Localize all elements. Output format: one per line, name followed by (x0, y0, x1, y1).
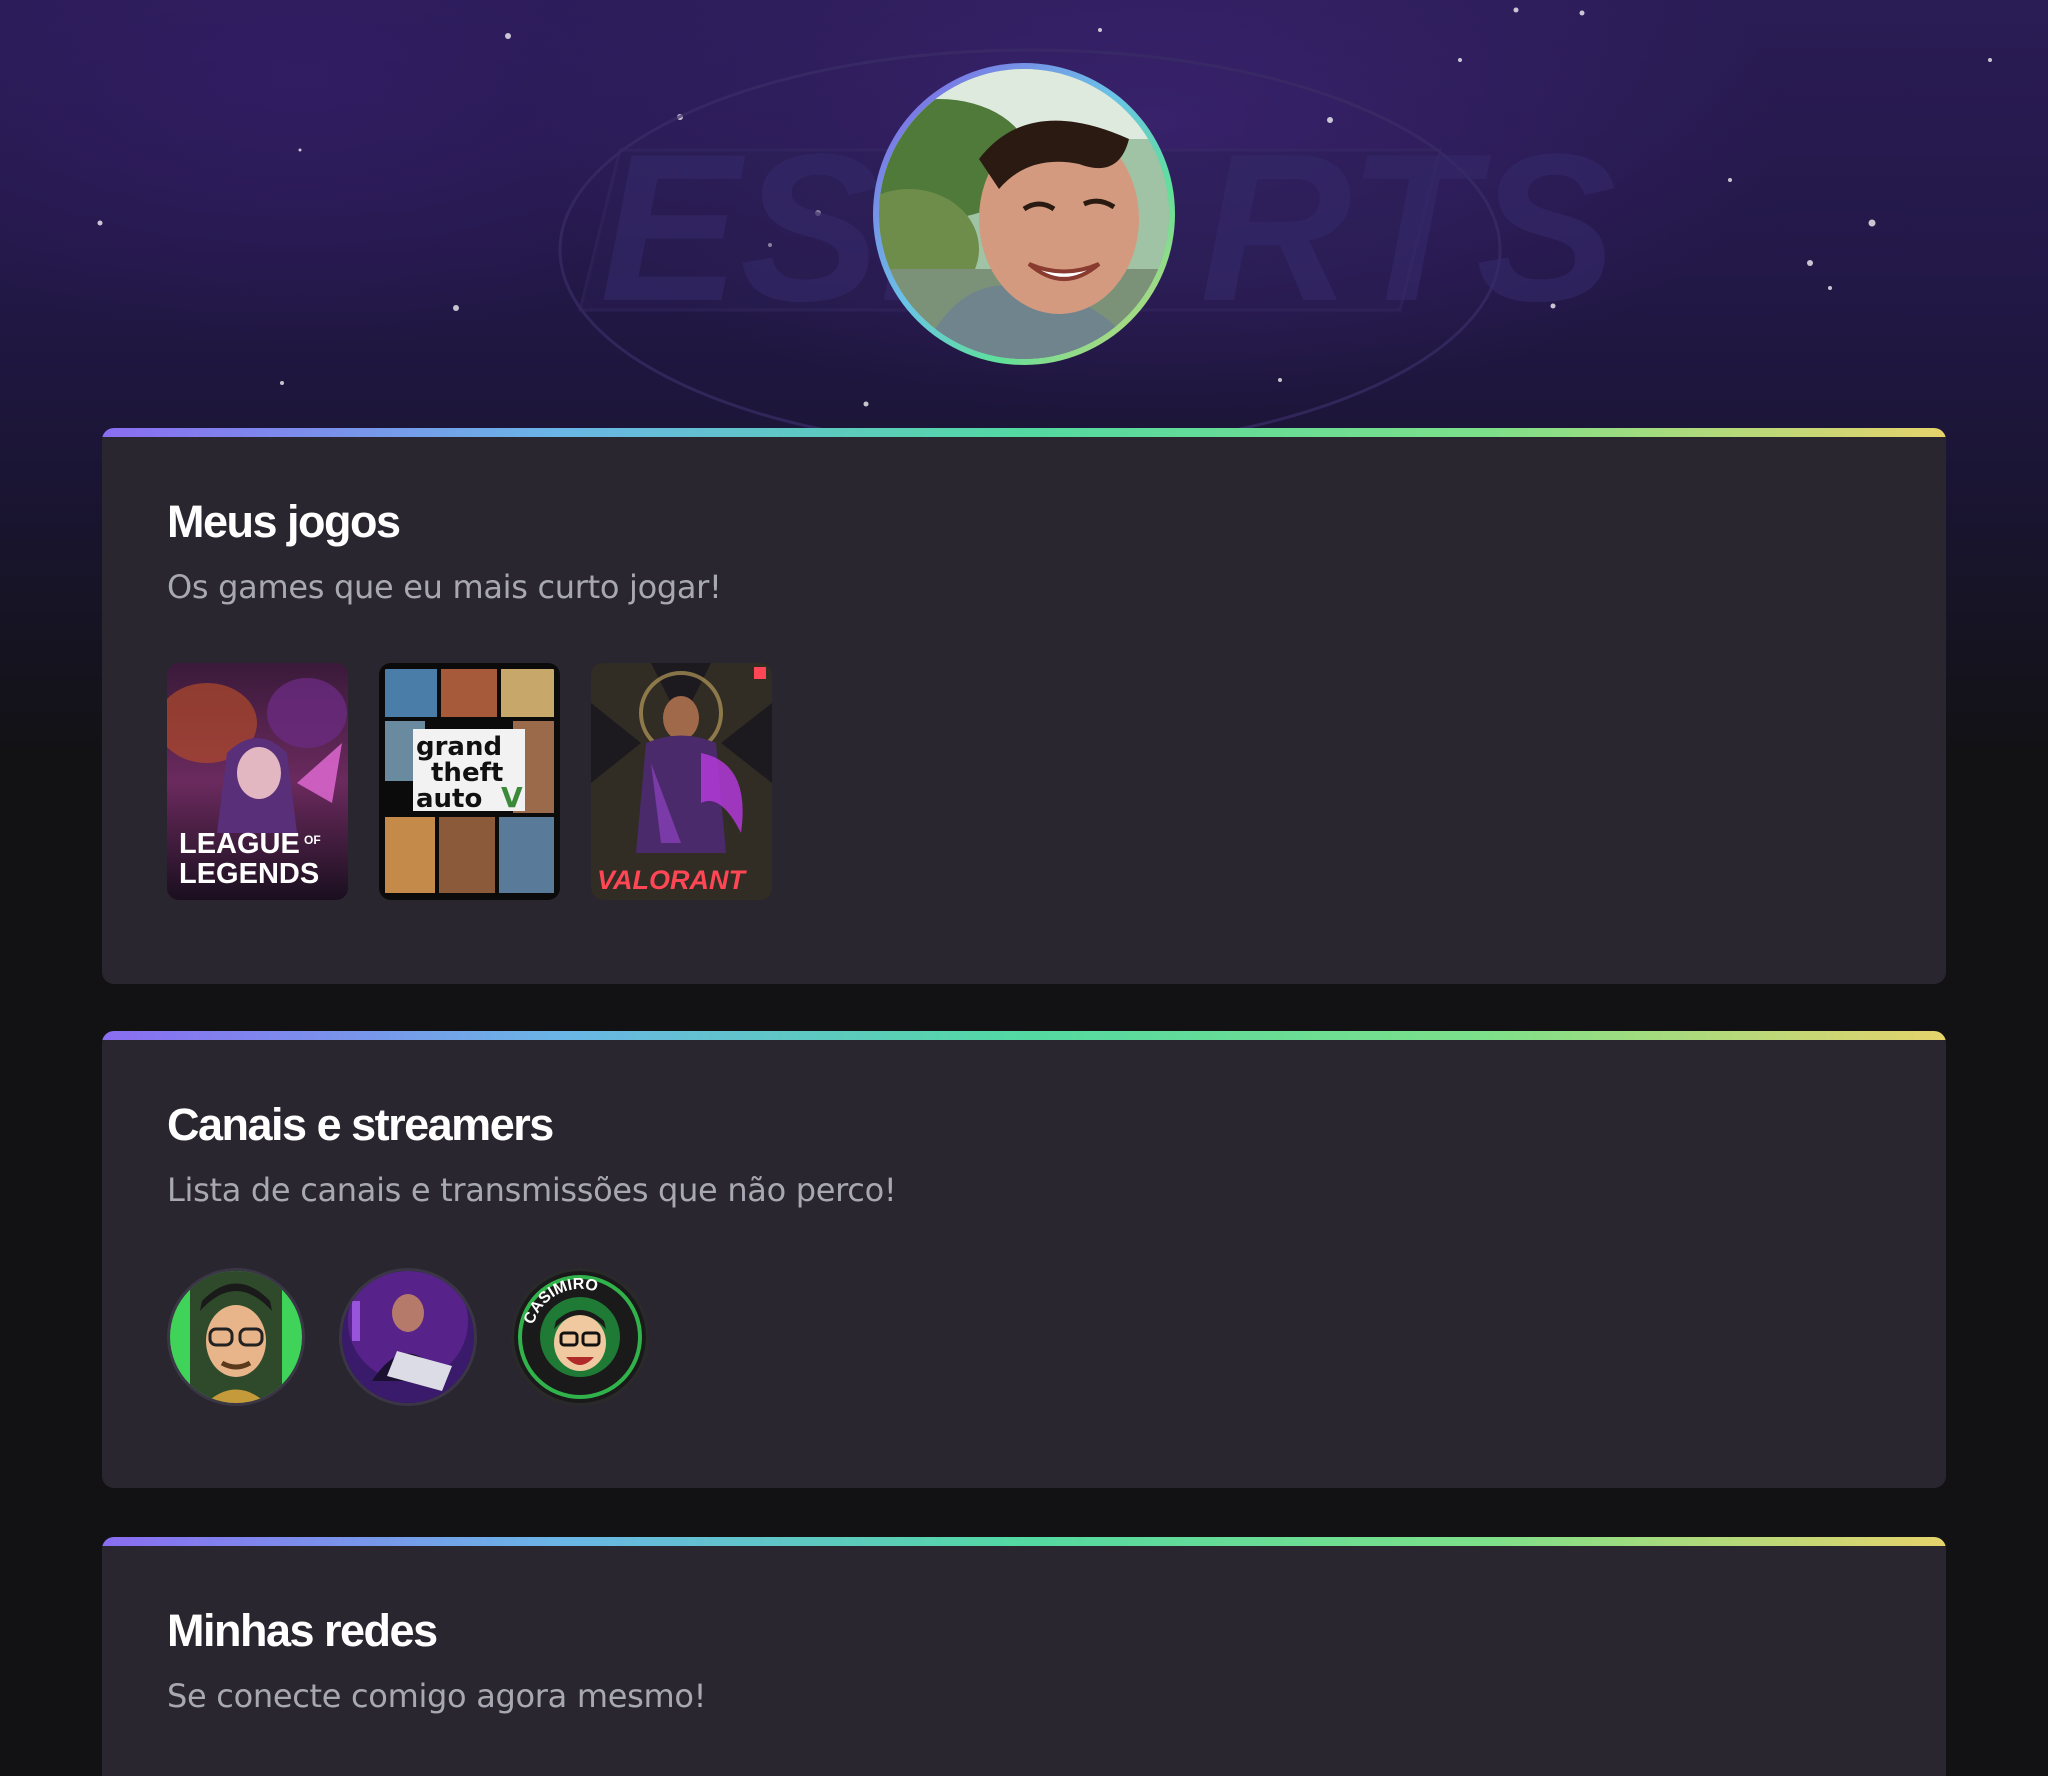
game-card-valorant[interactable]: VALORANT (591, 663, 772, 900)
casimiro-avatar-icon: CASIMIRO (514, 1271, 646, 1403)
socials-subtitle: Se conecte comigo agora mesmo! (167, 1677, 707, 1715)
socials-title: Minhas redes (167, 1605, 438, 1656)
streamers-subtitle: Lista de canais e transmissões que não p… (167, 1171, 897, 1209)
league-of-legends-cover-icon: LEAGUE OF LEGENDS (167, 663, 348, 900)
svg-text:LEAGUE: LEAGUE (179, 828, 300, 860)
profile-avatar[interactable] (873, 63, 1175, 365)
streamers-title: Canais e streamers (167, 1099, 554, 1150)
svg-text:RTS: RTS (1200, 110, 1616, 345)
svg-text:VALORANT: VALORANT (597, 865, 747, 895)
socials-card: Minhas redes Se conecte comigo agora mes… (102, 1537, 1946, 1776)
streamer-avatar-casimiro[interactable]: CASIMIRO (511, 1268, 649, 1406)
game-card-gta-v[interactable]: grand theft auto V (379, 663, 560, 900)
game-card-league-of-legends[interactable]: LEAGUE OF LEGENDS (167, 663, 348, 900)
streamer-avatar-2-icon (342, 1271, 474, 1403)
streamers-card: Canais e streamers Lista de canais e tra… (102, 1031, 1946, 1488)
games-title: Meus jogos (167, 496, 401, 547)
svg-text:OF: OF (304, 833, 321, 847)
valorant-cover-icon: VALORANT (591, 663, 772, 900)
svg-text:auto: auto (416, 784, 482, 814)
streamer-avatar-1[interactable] (167, 1268, 305, 1406)
gta-v-cover-icon: grand theft auto V (383, 667, 556, 896)
streamer-avatar-1-icon (170, 1271, 302, 1403)
games-subtitle: Os games que eu mais curto jogar! (167, 568, 722, 606)
profile-photo-icon (879, 69, 1169, 359)
svg-text:V: V (501, 781, 523, 814)
streamer-avatar-2[interactable] (339, 1268, 477, 1406)
svg-text:LEGENDS: LEGENDS (179, 858, 319, 890)
games-card: Meus jogos Os games que eu mais curto jo… (102, 428, 1946, 984)
